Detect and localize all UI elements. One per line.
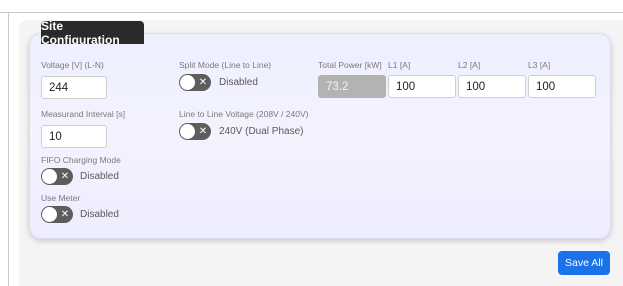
fifo-charging-mode-state: Disabled [80, 171, 119, 182]
toggle-knob [180, 124, 195, 139]
close-icon: ✕ [60, 171, 70, 182]
line-voltage-label: Line to Line Voltage (208V / 240V) [179, 109, 309, 119]
voltage-input[interactable] [41, 76, 107, 99]
total-power-label: Total Power [kW] [318, 60, 382, 70]
use-meter-state: Disabled [80, 209, 119, 220]
save-all-button[interactable]: Save All [558, 251, 610, 275]
total-power-input [318, 75, 386, 98]
l2-input[interactable] [458, 75, 526, 98]
l3-input[interactable] [528, 75, 596, 98]
frame-left-border [8, 12, 9, 286]
l3-label: L3 [A] [528, 60, 551, 70]
toggle-knob [42, 207, 57, 222]
l1-input[interactable] [388, 75, 456, 98]
use-meter-label: Use Meter [41, 193, 81, 203]
voltage-label: Voltage [V] (L-N) [41, 60, 104, 70]
l2-label: L2 [A] [458, 60, 481, 70]
split-mode-label: Split Mode (Line to Line) [179, 60, 272, 70]
l1-label: L1 [A] [388, 60, 411, 70]
split-mode-toggle[interactable]: ✕ [179, 74, 211, 91]
card-title: Site Configuration [41, 19, 144, 47]
close-icon: ✕ [198, 77, 208, 88]
fifo-charging-mode-toggle[interactable]: ✕ [41, 168, 73, 185]
measurand-interval-label: Measurand Interval [s] [41, 109, 126, 119]
measurand-interval-input[interactable] [41, 125, 107, 148]
line-voltage-toggle[interactable]: ✕ [179, 123, 211, 140]
fifo-charging-mode-label: FIFO Charging Mode [41, 155, 121, 165]
close-icon: ✕ [60, 209, 70, 220]
use-meter-toggle[interactable]: ✕ [41, 206, 73, 223]
toggle-knob [42, 169, 57, 184]
frame-top-border [0, 12, 623, 13]
close-icon: ✕ [198, 126, 208, 137]
split-mode-state: Disabled [219, 77, 258, 88]
line-voltage-state: 240V (Dual Phase) [219, 126, 304, 137]
toggle-knob [180, 75, 195, 90]
